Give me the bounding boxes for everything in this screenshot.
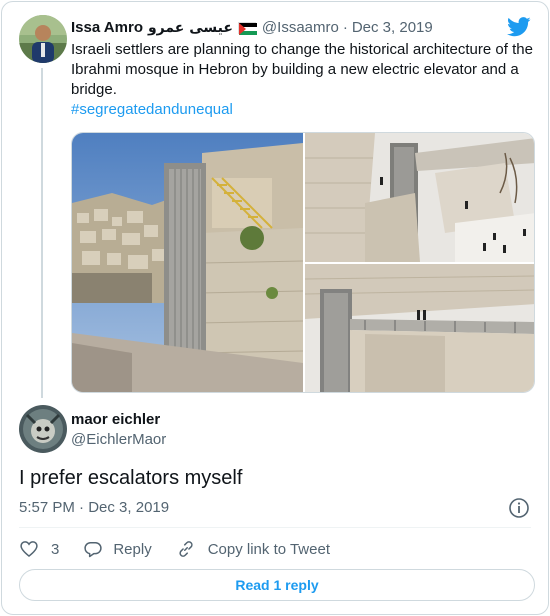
tweet-timestamp[interactable]: 5:57 PM · Dec 3, 2019 [19,498,169,518]
author-name-arabic[interactable]: عيسى عمرو [148,18,233,38]
separator-dot: · [342,19,348,36]
reply-author-name[interactable]: maor eichler [71,410,160,430]
reply-tweet-text: I prefer escalators myself [19,467,243,489]
tweet-time[interactable]: 5:57 PM [19,499,75,516]
media-image-aerial-view[interactable] [305,133,534,262]
tweet-date[interactable]: Dec 3, 2019 [352,18,433,38]
link-icon [179,541,193,557]
action-bar: 3 Reply Copy link to Tweet [19,537,354,561]
like-button[interactable]: 3 [19,539,59,559]
hashtag-link[interactable]: #segregatedandunequal [71,100,537,120]
media-grid [71,132,535,393]
parent-tweet-header: Issa Amro عيسى عمرو @Issaamro · Dec 3, 2… [71,18,433,38]
author-handle[interactable]: @Issaamro [262,18,339,38]
copy-link-button[interactable]: Copy link to Tweet [176,539,330,559]
media-image-bridge[interactable] [305,264,534,392]
reply-avatar[interactable] [19,405,67,453]
twitter-bird-icon[interactable] [507,17,531,37]
reply-button[interactable]: Reply [83,539,152,559]
divider [19,527,531,528]
read-replies-button[interactable]: Read 1 reply [19,569,535,601]
tweet-embed-card: Issa Amro عيسى عمرو @Issaamro · Dec 3, 2… [1,1,549,615]
author-name[interactable]: Issa Amro [71,18,143,38]
reply-label: Reply [113,540,152,558]
separator-dot: · [79,499,89,516]
heart-icon [20,541,38,558]
tweet-body: Israeli settlers are planning to change … [71,41,533,98]
reply-icon [84,542,103,558]
parent-tweet-text: Israeli settlers are planning to change … [71,40,537,120]
media-image-elevator-tower[interactable] [72,133,303,392]
reply-author-handle[interactable]: @EichlerMaor [71,430,166,450]
palestine-flag-icon [237,22,257,35]
like-count: 3 [51,540,60,558]
info-icon[interactable] [508,497,530,519]
thread-line [41,68,43,398]
copy-link-label: Copy link to Tweet [207,540,330,558]
tweet-date[interactable]: Dec 3, 2019 [88,499,169,516]
avatar[interactable] [19,15,67,63]
